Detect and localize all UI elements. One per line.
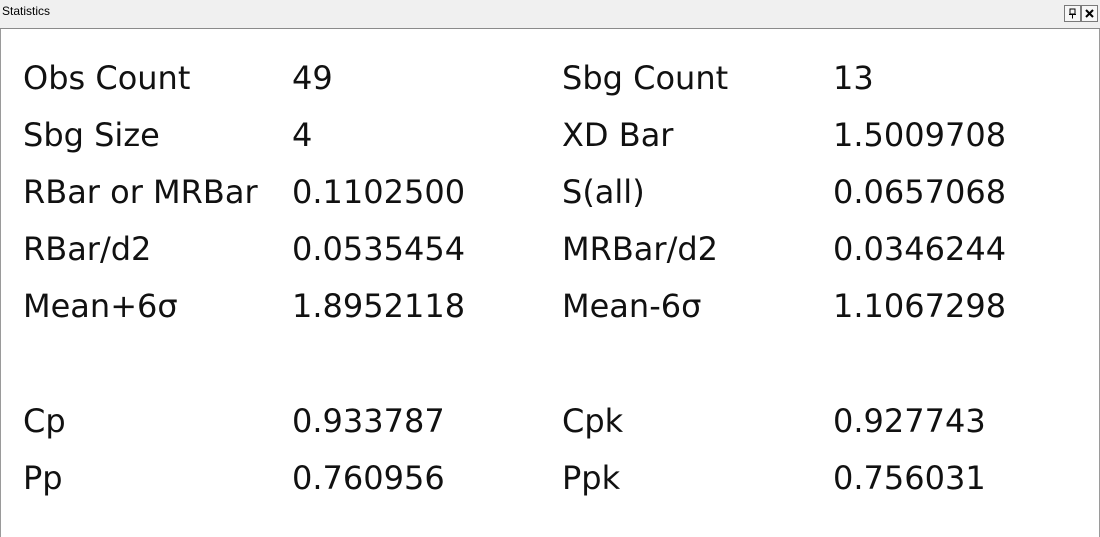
- stat-label: Mean+6σ: [23, 287, 178, 325]
- capability-value: 0.760956: [292, 459, 445, 497]
- stat-label: Sbg Size: [23, 116, 160, 154]
- close-button[interactable]: [1081, 5, 1098, 22]
- stat-value: 1.8952118: [292, 287, 466, 325]
- capability-label: Ppk: [562, 459, 621, 497]
- pin-button[interactable]: [1064, 5, 1081, 22]
- panel-title: Statistics: [2, 4, 51, 18]
- stat-value: 1.5009708: [833, 116, 1007, 154]
- stat-label: RBar or MRBar: [23, 173, 258, 211]
- capability-label: Cpk: [562, 402, 624, 440]
- stat-label: MRBar/d2: [562, 230, 719, 268]
- statistics-panel: Statistics Obs Count 49 Sbg Count 13 Sbg…: [0, 0, 1100, 537]
- pin-icon: [1067, 8, 1078, 19]
- stat-label: Obs Count: [23, 59, 191, 97]
- capability-value: 0.933787: [292, 402, 445, 440]
- panel-titlebar[interactable]: Statistics: [0, 0, 1100, 29]
- statistics-content: Obs Count 49 Sbg Count 13 Sbg Size 4 XD …: [0, 29, 1100, 537]
- capability-label: Cp: [23, 402, 66, 440]
- stat-value: 0.0657068: [833, 173, 1007, 211]
- stat-value: 0.0535454: [292, 230, 466, 268]
- stat-value: 0.1102500: [292, 173, 466, 211]
- stat-value: 1.1067298: [833, 287, 1007, 325]
- stat-label: RBar/d2: [23, 230, 152, 268]
- stat-label: S(all): [562, 173, 645, 211]
- capability-value: 0.927743: [833, 402, 986, 440]
- stat-value: 49: [292, 59, 333, 97]
- capability-label: Pp: [23, 459, 63, 497]
- stat-value: 13: [833, 59, 874, 97]
- close-icon: [1084, 8, 1095, 19]
- stat-value: 0.0346244: [833, 230, 1007, 268]
- stat-label: Sbg Count: [562, 59, 729, 97]
- stat-label: XD Bar: [562, 116, 674, 154]
- stat-label: Mean-6σ: [562, 287, 702, 325]
- stat-value: 4: [292, 116, 313, 154]
- capability-value: 0.756031: [833, 459, 986, 497]
